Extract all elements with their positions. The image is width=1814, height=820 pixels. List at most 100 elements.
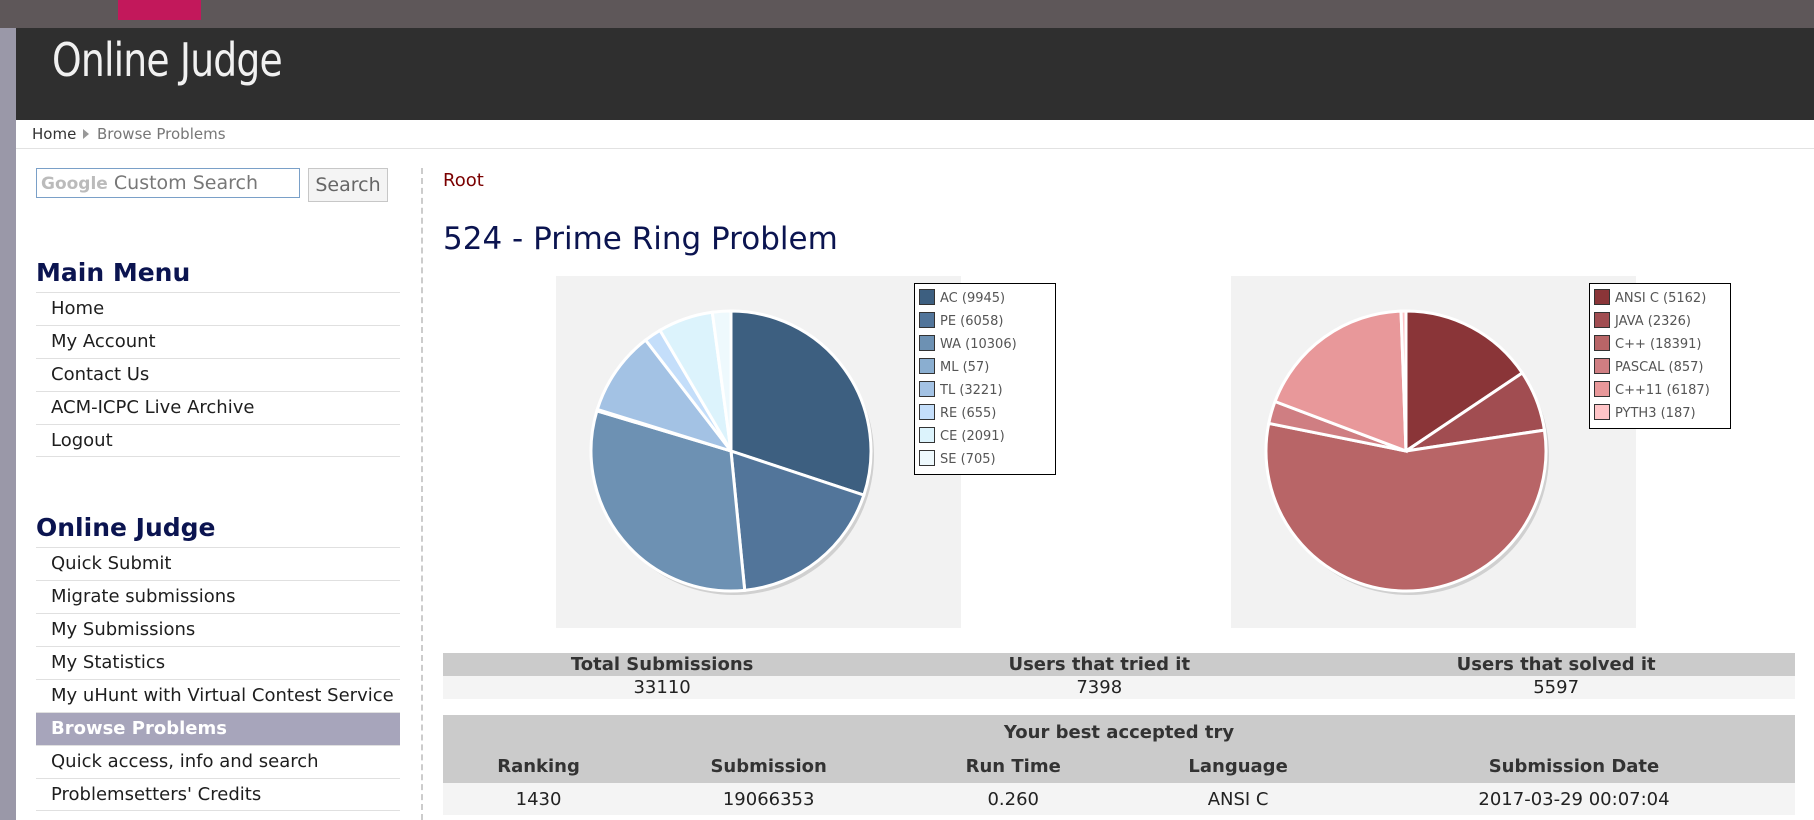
oj-menu-item-quick-access-info-and-search[interactable]: Quick access, info and search — [36, 745, 400, 778]
column-divider — [421, 168, 423, 820]
online-judge-menu: Quick Submit Migrate submissions My Submis… — [36, 547, 400, 811]
breadcrumb-current: Browse Problems — [97, 125, 226, 143]
verdict-legend-entry: WA (10306) — [919, 333, 1051, 356]
verdict-chart-area — [556, 276, 961, 628]
google-logo: Google — [41, 174, 108, 194]
problem-title: 524 - Prime Ring Problem — [443, 221, 838, 257]
total-submissions-header: Total Submissions — [443, 653, 882, 676]
verdict-pie-chart — [589, 309, 874, 595]
best-try-table: Your best accepted try Ranking Submissio… — [443, 715, 1795, 815]
users-tried-value: 7398 — [881, 676, 1318, 699]
runtime-value: 0.260 — [903, 783, 1124, 815]
users-solved-value: 5597 — [1317, 676, 1795, 699]
oj-menu-item-my-statistics[interactable]: My Statistics — [36, 646, 400, 679]
main-menu-item-logout[interactable]: Logout — [36, 424, 400, 457]
language-legend-entry: PYTH3 (187) — [1594, 402, 1726, 425]
page: Online Judge Home Browse Problems Google… — [16, 28, 1814, 820]
runtime-header: Run Time — [903, 749, 1124, 783]
verdict-legend-swatch — [919, 427, 935, 443]
site-logo[interactable]: Online Judge — [52, 28, 283, 120]
language-header: Language — [1123, 749, 1353, 783]
breadcrumb-home[interactable]: Home — [32, 120, 76, 148]
verdict-legend-label: PE (6058) — [940, 314, 1004, 329]
verdict-legend-entry: ML (57) — [919, 356, 1051, 379]
verdict-legend-swatch — [919, 450, 935, 466]
submission-id-value[interactable]: 19066353 — [634, 783, 904, 815]
oj-menu-item-quick-submit[interactable]: Quick Submit — [36, 547, 400, 580]
total-submissions-value: 33110 — [443, 676, 882, 699]
language-legend-label: C++11 (6187) — [1615, 383, 1710, 398]
verdict-legend-swatch — [919, 312, 935, 328]
main-menu-item-home[interactable]: Home — [36, 292, 400, 325]
language-legend-swatch — [1594, 289, 1610, 305]
search-input[interactable]: Google Custom Search — [36, 168, 300, 198]
verdict-legend-entry: TL (3221) — [919, 379, 1051, 402]
oj-menu-item-problemsetters-credits[interactable]: Problemsetters' Credits — [36, 778, 400, 811]
verdict-legend-swatch — [919, 381, 935, 397]
root-link[interactable]: Root — [443, 170, 484, 191]
main-menu-item-my-account[interactable]: My Account — [36, 325, 400, 358]
oj-menu-item-my-uhunt-with-virtual-contest-service[interactable]: My uHunt with Virtual Contest Service — [36, 679, 400, 712]
language-legend-entry: C++ (18391) — [1594, 333, 1726, 356]
verdict-legend-swatch — [919, 358, 935, 374]
language-legend-swatch — [1594, 404, 1610, 420]
users-solved-header: Users that solved it — [1317, 653, 1795, 676]
site-banner: Online Judge — [16, 28, 1814, 120]
language-legend-entry: PASCAL (857) — [1594, 356, 1726, 379]
verdict-legend: AC (9945) PE (6058) WA (10306) ML (57) TL (3… — [914, 283, 1056, 475]
submission-date-header: Submission Date — [1352, 749, 1795, 783]
oj-menu-item-browse-problems[interactable]: Browse Problems — [36, 712, 400, 745]
main-menu-title: Main Menu — [36, 258, 191, 287]
main-menu: Home My Account Contact Us ACM-ICPC Live Ar… — [36, 292, 400, 457]
verdict-legend-entry: SE (705) — [919, 448, 1051, 471]
breadcrumb: Home Browse Problems — [16, 120, 1814, 149]
language-legend-entry: ANSI C (5162) — [1594, 287, 1726, 310]
language-legend-entry: JAVA (2326) — [1594, 310, 1726, 333]
verdict-legend-label: RE (655) — [940, 406, 997, 421]
language-pie-chart — [1264, 309, 1549, 595]
verdict-legend-swatch — [919, 404, 935, 420]
submission-summary-table: Total Submissions Users that tried it Us… — [443, 653, 1795, 699]
language-legend: ANSI C (5162) JAVA (2326) C++ (18391) PASCA… — [1589, 283, 1731, 429]
users-tried-header: Users that tried it — [881, 653, 1318, 676]
verdict-legend-label: SE (705) — [940, 452, 996, 467]
best-try-title: Your best accepted try — [443, 715, 1795, 749]
language-legend-entry: C++11 (6187) — [1594, 379, 1726, 402]
verdict-legend-label: CE (2091) — [940, 429, 1005, 444]
language-legend-label: C++ (18391) — [1615, 337, 1702, 352]
online-judge-menu-title: Online Judge — [36, 513, 216, 542]
ranking-header: Ranking — [443, 749, 635, 783]
language-legend-swatch — [1594, 358, 1610, 374]
oj-menu-item-my-submissions[interactable]: My Submissions — [36, 613, 400, 646]
language-legend-label: PASCAL (857) — [1615, 360, 1704, 375]
oj-menu-item-migrate-submissions[interactable]: Migrate submissions — [36, 580, 400, 613]
search-placeholder: Custom Search — [113, 172, 258, 194]
language-legend-label: PYTH3 (187) — [1615, 406, 1696, 421]
language-legend-label: ANSI C (5162) — [1615, 291, 1707, 306]
main-menu-item-acm-icpc-live-archive[interactable]: ACM-ICPC Live Archive — [36, 391, 400, 424]
ranking-value: 1430 — [443, 783, 635, 815]
verdict-legend-label: WA (10306) — [940, 337, 1017, 352]
verdict-legend-entry: RE (655) — [919, 402, 1051, 425]
search-button[interactable]: Search — [308, 168, 388, 202]
verdict-legend-label: ML (57) — [940, 360, 990, 375]
language-legend-swatch — [1594, 335, 1610, 351]
language-value: ANSI C — [1123, 783, 1353, 815]
breadcrumb-arrow-icon — [83, 129, 89, 139]
language-chart-area — [1231, 276, 1636, 628]
verdict-legend-swatch — [919, 335, 935, 351]
verdict-legend-label: AC (9945) — [940, 291, 1006, 306]
main-menu-item-contact-us[interactable]: Contact Us — [36, 358, 400, 391]
submission-header: Submission — [634, 749, 904, 783]
verdict-legend-entry: CE (2091) — [919, 425, 1051, 448]
top-strip — [0, 0, 1814, 28]
top-accent-tab — [118, 0, 201, 20]
verdict-legend-label: TL (3221) — [940, 383, 1003, 398]
verdict-legend-entry: AC (9945) — [919, 287, 1051, 310]
language-legend-swatch — [1594, 381, 1610, 397]
submission-date-value: 2017-03-29 00:07:04 — [1352, 783, 1795, 815]
language-legend-swatch — [1594, 312, 1610, 328]
language-legend-label: JAVA (2326) — [1615, 314, 1691, 329]
verdict-legend-entry: PE (6058) — [919, 310, 1051, 333]
verdict-legend-swatch — [919, 289, 935, 305]
